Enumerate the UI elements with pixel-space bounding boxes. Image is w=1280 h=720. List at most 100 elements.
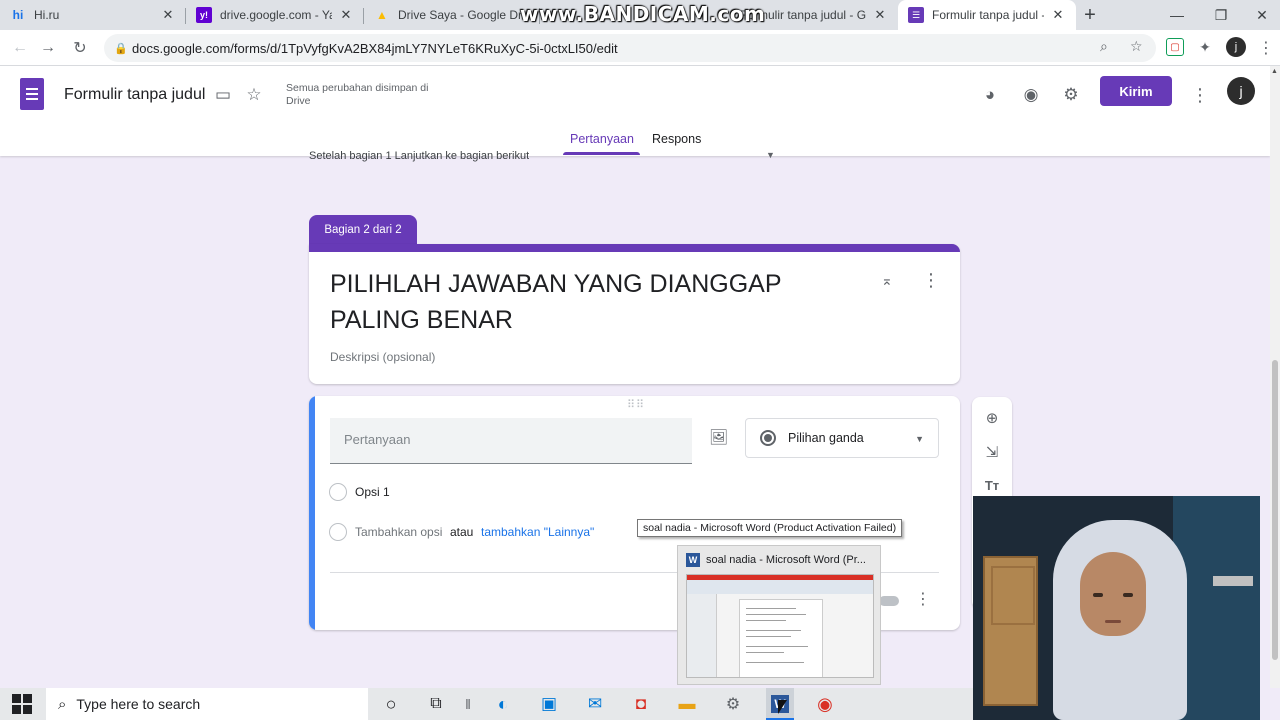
minimize-button[interactable]: —	[1155, 0, 1199, 30]
add-option-radio	[329, 523, 347, 541]
store-icon[interactable]: ▣	[537, 692, 561, 716]
save-status: Semua perubahan disimpan di Drive	[286, 82, 429, 107]
browser-tab-active[interactable]: ☰ Formulir tanpa judul - G ✕	[898, 0, 1076, 30]
google-forms-logo-icon[interactable]	[20, 78, 44, 110]
section-title[interactable]: PILIHLAH JAWABAN YANG DIANGGAP PALING BE…	[330, 266, 850, 338]
add-question-icon[interactable]: ⊕	[982, 408, 1002, 428]
word-window-thumbnail[interactable]: W soal nadia - Microsoft Word (Pr...	[677, 545, 881, 685]
preview-line	[746, 608, 796, 609]
close-icon[interactable]: ✕	[160, 7, 176, 23]
required-toggle[interactable]	[879, 596, 899, 606]
mail-icon[interactable]: ✉	[583, 692, 607, 716]
taskbar-search-input[interactable]: ⌕ Type here to search	[46, 688, 368, 720]
thumbnail-title: soal nadia - Microsoft Word (Pr...	[706, 554, 866, 566]
search-icon: ⌕	[58, 695, 67, 713]
section-more-icon[interactable]: ⋮	[922, 270, 940, 291]
option-radio	[329, 483, 347, 501]
avatar[interactable]: j	[1227, 77, 1255, 105]
extension-icon[interactable]: ▢	[1166, 38, 1184, 56]
tab-label: drive.google.com - Yah	[220, 8, 332, 22]
address-bar[interactable]: 🔒 docs.google.com/forms/d/1TpVyfgKvA2BX8…	[104, 34, 1156, 62]
or-text: atau	[450, 525, 474, 539]
browser-tab[interactable]: hi Hi.ru ✕	[0, 0, 186, 30]
preview-line	[746, 636, 791, 637]
question-title-input[interactable]: Pertanyaan	[330, 418, 692, 464]
send-button[interactable]: Kirim	[1100, 76, 1172, 106]
question-more-icon[interactable]: ⋮	[915, 589, 931, 609]
forward-button[interactable]: →	[36, 36, 60, 60]
question-type-label: Pilihan ganda	[788, 431, 864, 445]
preview-eye-icon[interactable]: ◉	[1020, 84, 1042, 106]
taskbar-tooltip: soal nadia - Microsoft Word (Product Act…	[637, 519, 903, 537]
bookmark-star-icon[interactable]: ☆	[1130, 38, 1143, 55]
star-icon[interactable]: ☆	[243, 84, 265, 106]
drag-handle-icon[interactable]: ⠿⠿	[627, 398, 645, 411]
preview-nav-pane	[687, 594, 717, 677]
import-questions-icon[interactable]: ⇲	[982, 442, 1002, 462]
reload-button[interactable]: ↻	[68, 36, 92, 60]
new-tab-button[interactable]: +	[1076, 0, 1104, 30]
active-card-indicator	[309, 396, 315, 630]
preview-page	[739, 599, 823, 677]
puzzle-extensions-icon[interactable]: ✦	[1196, 38, 1214, 56]
webcam-eye	[1123, 593, 1133, 597]
url-text: docs.google.com/forms/d/1TpVyfgKvA2BX84j…	[132, 40, 618, 56]
settings-gear-icon[interactable]: ⚙	[1060, 84, 1082, 106]
hi-icon: hi	[12, 8, 24, 22]
add-title-icon[interactable]: Tт	[982, 475, 1002, 495]
page-scrollbar[interactable]	[1270, 66, 1280, 688]
cortana-icon[interactable]: ○	[379, 692, 403, 716]
forms-header: Formulir tanpa judul ▭ ☆ Semua perubahan…	[0, 66, 1270, 156]
mcafee-icon[interactable]: ◘	[629, 692, 653, 716]
webcam-mouth	[1105, 620, 1121, 623]
browser-menu-icon[interactable]: ⋮	[1258, 38, 1274, 58]
question-type-dropdown[interactable]: Pilihan ganda ▼	[745, 418, 939, 458]
form-title[interactable]: Formulir tanpa judul	[64, 86, 205, 104]
active-tab-indicator	[563, 152, 640, 155]
zoom-icon[interactable]: ⌕	[1100, 38, 1108, 55]
folder-icon[interactable]: ▭	[212, 84, 234, 106]
tab-questions[interactable]: Pertanyaan	[570, 132, 634, 146]
browser-tab[interactable]: ▲ Drive Saya - Google Dr	[364, 0, 540, 30]
profile-avatar-small[interactable]: j	[1226, 37, 1246, 57]
edge-icon[interactable]: ◐	[491, 692, 515, 716]
tab-responses[interactable]: Respons	[652, 132, 701, 146]
scrollbar-thumb[interactable]	[1272, 360, 1278, 660]
windows-start-icon[interactable]	[12, 694, 32, 714]
browser-tab[interactable]: y! drive.google.com - Yah ✕	[186, 0, 364, 30]
scroll-up-arrow-icon[interactable]: ▲	[1271, 68, 1278, 75]
radio-button-icon	[760, 430, 776, 446]
option-label[interactable]: Opsi 1	[355, 485, 390, 499]
preview-ribbon	[687, 580, 873, 594]
collapse-section-icon[interactable]: ⌅	[881, 272, 893, 289]
tab-label: Formulir tanpa judul - G	[932, 8, 1044, 22]
mouse-cursor-icon	[778, 700, 787, 714]
palette-icon[interactable]: ◕	[979, 84, 1001, 106]
dropdown-arrow-icon[interactable]: ▼	[766, 150, 775, 160]
app-icon[interactable]: ⚙	[721, 692, 745, 716]
close-icon[interactable]: ✕	[338, 7, 354, 23]
tab-label: Hi.ru	[34, 8, 60, 22]
google-drive-icon: ▲	[376, 8, 388, 22]
task-view-icon[interactable]: ⧉	[424, 692, 448, 716]
back-button[interactable]: ←	[8, 36, 32, 60]
more-options-icon[interactable]: ⋮	[1189, 84, 1211, 106]
add-other-link[interactable]: tambahkan "Lainnya"	[481, 525, 594, 539]
section-description-field[interactable]: Deskripsi (opsional)	[330, 350, 435, 364]
add-image-icon[interactable]: 🖼	[709, 428, 728, 446]
preview-line	[746, 630, 801, 631]
preview-line	[746, 662, 804, 663]
section-navigation-text: Setelah bagian 1 Lanjutkan ke bagian ber…	[309, 150, 530, 162]
windows-taskbar: ⌕ Type here to search ○ ⧉ ‖ ◐ ▣ ✉ ◘ ▬ ⚙ …	[0, 688, 973, 720]
chrome-icon[interactable]: ◉	[813, 692, 837, 716]
close-icon[interactable]: ✕	[872, 7, 888, 23]
add-option-link[interactable]: Tambahkan opsi	[355, 525, 442, 539]
close-icon[interactable]: ✕	[1050, 7, 1066, 23]
section-header-card[interactable]: PILIHLAH JAWABAN YANG DIANGGAP PALING BE…	[309, 244, 960, 384]
file-explorer-icon[interactable]: ▬	[675, 692, 699, 716]
window-close-button[interactable]: ✕	[1240, 0, 1280, 30]
lock-icon: 🔒	[114, 42, 128, 55]
webcam-shelf	[1213, 576, 1253, 586]
preview-line	[746, 620, 786, 621]
restore-button[interactable]: ❐	[1199, 0, 1243, 30]
